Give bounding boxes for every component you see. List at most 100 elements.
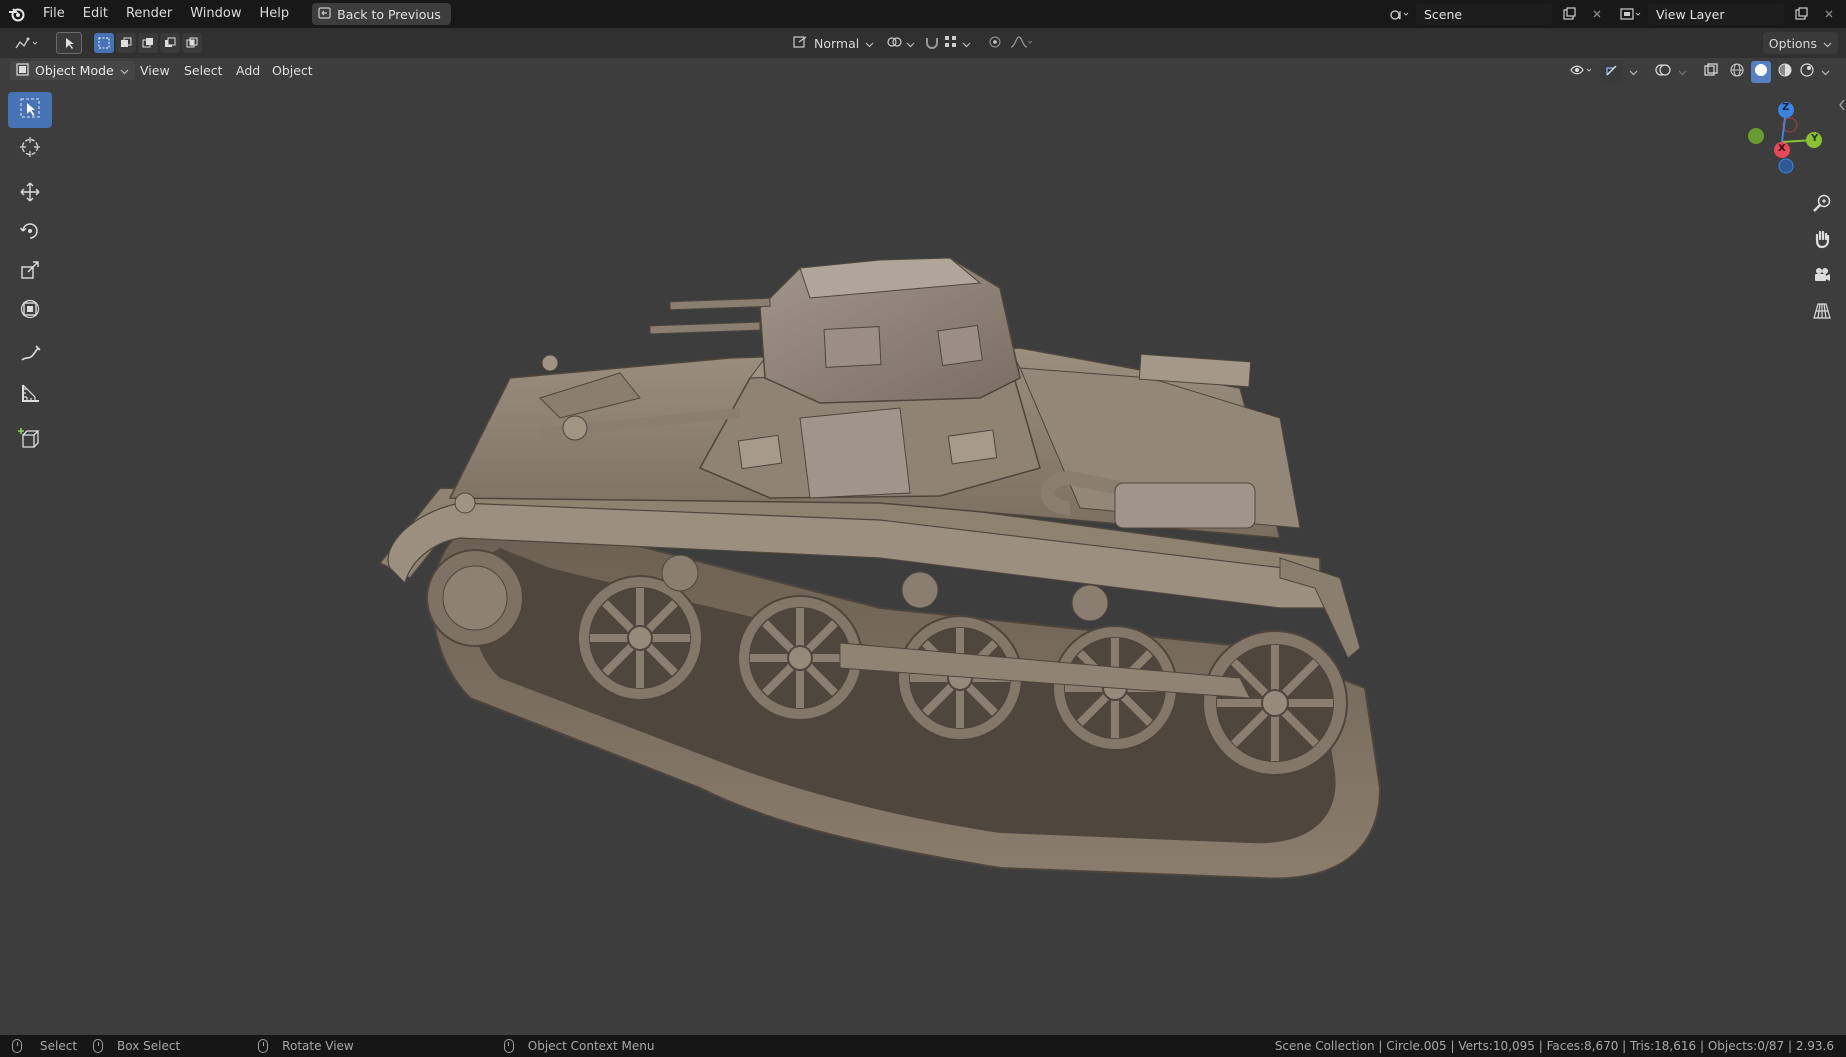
navigation-gizmo[interactable]: Z Y X	[1724, 98, 1834, 188]
chevron-down-icon	[1823, 36, 1832, 51]
transform-orientation-dropdown[interactable]: Normal	[786, 32, 880, 54]
options-dropdown[interactable]: Options	[1762, 32, 1838, 54]
status-select-label: Select	[40, 1039, 78, 1053]
wireframe-shading-icon[interactable]	[1729, 62, 1745, 82]
visibility-icon[interactable]	[1569, 62, 1595, 82]
annotate-icon	[19, 343, 41, 369]
menu-render[interactable]: Render	[117, 0, 181, 28]
status-context-menu: Object Context Menu	[503, 1039, 655, 1053]
viewport-menu-object[interactable]: Object	[266, 61, 319, 80]
gizmo-neg-z-icon[interactable]	[1778, 158, 1794, 174]
status-rotate-view-label: Rotate View	[282, 1039, 354, 1053]
left-toolbar	[8, 92, 54, 458]
3d-viewport[interactable]: Object Mode View Select Add Object Z Y X	[0, 58, 1846, 1035]
view-layer-field[interactable]: View Layer	[1648, 3, 1784, 25]
scene-name-field[interactable]: Scene	[1416, 3, 1552, 25]
mouse-middle-icon	[258, 1039, 269, 1053]
menu-edit[interactable]: Edit	[74, 0, 117, 28]
scale-icon	[19, 259, 41, 285]
menu-file[interactable]: File	[34, 0, 74, 28]
gizmo-x-label: X	[1778, 143, 1786, 154]
transform-orientation-label: Normal	[814, 35, 860, 51]
chevron-down-icon	[865, 36, 874, 51]
snap-toggle-icon[interactable]	[924, 35, 940, 52]
editor-type-selector[interactable]	[8, 32, 48, 54]
status-box-select-label: Box Select	[117, 1039, 181, 1053]
proportional-edit-icon[interactable]	[988, 35, 1002, 52]
pivot-point-dropdown[interactable]	[880, 32, 921, 54]
scale-tool[interactable]	[8, 254, 52, 290]
gizmo-y-label: Y	[1811, 133, 1819, 144]
add-cube-icon	[18, 426, 42, 454]
select-box-tool[interactable]	[8, 92, 52, 128]
viewport-shading-group	[1569, 61, 1830, 83]
active-tool-select-icon[interactable]	[56, 32, 82, 54]
gizmo-toggle-icon[interactable]	[1601, 61, 1623, 83]
material-preview-icon[interactable]	[1777, 62, 1793, 82]
scene-selector-icon[interactable]	[1388, 4, 1410, 25]
new-scene-icon[interactable]	[1558, 4, 1580, 25]
chevron-down-icon[interactable]	[1629, 65, 1638, 80]
remove-view-layer-icon[interactable]	[1818, 4, 1840, 25]
mouse-drag-icon	[93, 1039, 104, 1053]
rotate-tool[interactable]	[8, 215, 52, 251]
select-intersect-icon[interactable]	[182, 33, 202, 53]
select-subtract-icon[interactable]	[138, 33, 158, 53]
status-rotate-view: Rotate View	[258, 1039, 354, 1053]
xray-toggle-icon[interactable]	[1703, 62, 1719, 82]
solid-shading-icon[interactable]	[1751, 61, 1771, 83]
camera-view-icon[interactable]	[1806, 260, 1838, 290]
measure-tool[interactable]	[8, 377, 52, 413]
cursor-tool[interactable]	[8, 131, 52, 167]
blender-logo-icon[interactable]	[0, 0, 34, 28]
select-extend-icon[interactable]	[116, 33, 136, 53]
gizmo-z-label: Z	[1782, 102, 1790, 113]
move-tool[interactable]	[8, 176, 52, 212]
status-select: Select	[12, 1039, 77, 1053]
remove-scene-icon[interactable]	[1586, 4, 1608, 25]
chevron-down-icon	[120, 63, 129, 78]
tool-header: Normal Options	[0, 28, 1846, 58]
back-to-previous-label: Back to Previous	[337, 6, 441, 22]
back-to-previous-button[interactable]: Back to Previous	[312, 3, 451, 25]
annotate-tool[interactable]	[8, 338, 52, 374]
menu-window[interactable]: Window	[181, 0, 250, 28]
snap-element-icon[interactable]	[944, 35, 958, 52]
pan-hand-icon[interactable]	[1806, 224, 1838, 254]
chevron-down-icon	[906, 36, 915, 51]
rendered-shading-icon[interactable]	[1799, 62, 1815, 82]
perspective-toggle-icon[interactable]	[1806, 296, 1838, 326]
falloff-icon[interactable]	[1010, 35, 1033, 52]
gizmo-neg-y-icon[interactable]	[1748, 128, 1764, 144]
chevron-down-icon[interactable]	[1821, 65, 1830, 80]
menu-help[interactable]: Help	[251, 0, 299, 28]
new-view-layer-icon[interactable]	[1790, 4, 1812, 25]
zoom-icon[interactable]	[1806, 188, 1838, 218]
select-difference-icon[interactable]	[160, 33, 180, 53]
overlays-icon[interactable]	[1654, 62, 1672, 82]
tank-model[interactable]	[378, 228, 1540, 908]
object-mode-label: Object Mode	[35, 63, 114, 78]
viewport-menu-add[interactable]: Add	[230, 61, 266, 80]
back-icon	[318, 6, 331, 22]
chevron-down-icon[interactable]	[1678, 65, 1687, 80]
viewport-menu-view[interactable]: View	[134, 61, 176, 80]
status-context-menu-label: Object Context Menu	[527, 1039, 655, 1053]
mouse-right-icon	[503, 1039, 514, 1053]
select-box-icon	[19, 97, 41, 123]
add-cube-tool[interactable]	[8, 422, 52, 458]
select-new-icon[interactable]	[94, 33, 114, 53]
status-box-select: Box Select	[93, 1039, 180, 1053]
mouse-left-icon	[12, 1039, 22, 1053]
rotate-icon	[19, 220, 41, 246]
cursor-icon	[19, 136, 41, 162]
viewport-menu-select[interactable]: Select	[178, 61, 229, 80]
view-layer-selector-icon[interactable]	[1620, 4, 1642, 25]
sidebar-toggle-icon[interactable]	[1838, 98, 1846, 112]
object-mode-dropdown[interactable]: Object Mode	[10, 61, 135, 80]
top-bar: File Edit Render Window Help Back to Pre…	[0, 0, 1846, 28]
navigation-buttons	[1806, 188, 1838, 326]
chevron-down-icon[interactable]	[962, 36, 971, 51]
transform-tool[interactable]	[8, 293, 52, 329]
pivot-icon	[886, 35, 902, 52]
